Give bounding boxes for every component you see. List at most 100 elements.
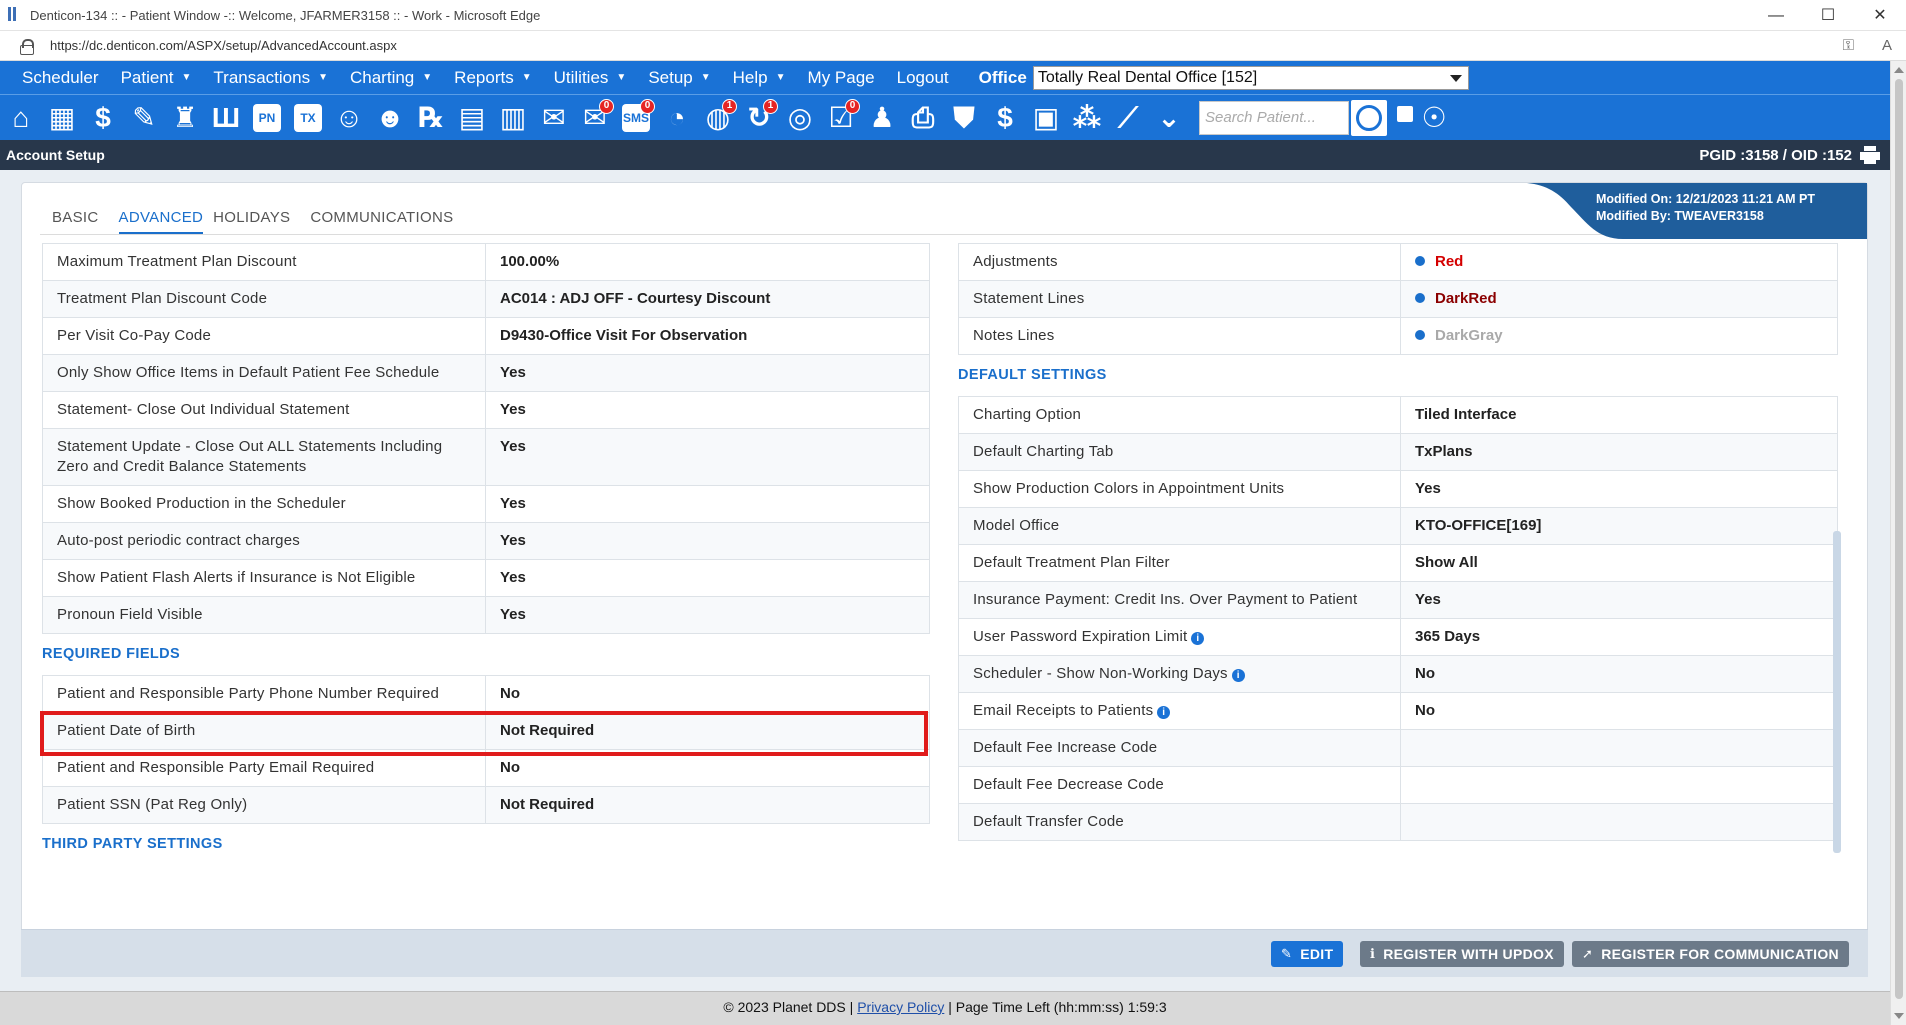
checklist-icon[interactable]: ☑ 0 [824, 98, 860, 136]
implant-icon-glyph: Ш [211, 101, 241, 133]
address-bar[interactable]: https://dc.denticon.com/ASPX/setup/Advan… [0, 31, 1906, 61]
tooth-icon[interactable]: ♜ [168, 100, 202, 136]
network-icon[interactable]: ⁂ [1070, 100, 1104, 136]
tab-basic[interactable]: BASIC [52, 209, 109, 235]
chevron-down-shield-icon[interactable]: ⌄ [1152, 100, 1186, 136]
tx-icon[interactable]: TX [291, 100, 325, 136]
register-communication-button[interactable]: ➚ REGISTER FOR COMMUNICATION [1572, 941, 1849, 967]
clock-icon[interactable]: ◔ [660, 100, 694, 136]
web-user-icon[interactable]: ◍ 1 [701, 98, 737, 136]
info-icon[interactable]: i [1231, 669, 1245, 682]
info-icon[interactable]: i [1191, 632, 1205, 645]
office-select[interactable]: Totally Real Dental Office [152] [1032, 65, 1469, 90]
setting-row-default-charting-tab: Default Charting Tab TxPlans [959, 433, 1837, 470]
menu-transactions[interactable]: Transactions ▼ [191, 61, 328, 94]
page-scrollbar[interactable] [1890, 61, 1906, 1025]
setting-row-adjustments: Adjustments Red [959, 243, 1837, 280]
checkbox[interactable] [1397, 105, 1413, 122]
maximize-button[interactable]: ☐ [1802, 0, 1854, 31]
sms-icon[interactable]: SMS 0 [619, 98, 655, 136]
search-patient-input[interactable]: Search Patient... [1199, 100, 1349, 135]
shield-icon[interactable]: ⛊ [947, 100, 981, 136]
search-patient-button[interactable] [1351, 99, 1387, 136]
globe-icon[interactable]: ◎ [783, 100, 817, 136]
rx-icon[interactable]: ℞ [414, 100, 448, 136]
notification-badge: 0 [845, 98, 860, 114]
chart-line-icon[interactable]: ⟋ [1111, 100, 1145, 136]
setting-label: Only Show Office Items in Default Patien… [43, 355, 486, 391]
url-text[interactable]: https://dc.denticon.com/ASPX/setup/Advan… [50, 38, 397, 53]
card-icon[interactable]: ▣ [1029, 100, 1063, 136]
setting-value [1401, 767, 1837, 803]
setting-row-treatment-plan-discount-code: Treatment Plan Discount Code AC014 : ADJ … [43, 280, 929, 317]
setting-row-charting-option: Charting Option Tiled Interface [959, 396, 1837, 433]
minimize-button[interactable]: — [1750, 0, 1802, 31]
tab-holidays[interactable]: HOLIDAYS [213, 209, 300, 235]
notes-icon[interactable]: ▤ [455, 100, 489, 136]
mail-icon[interactable]: ✉ [537, 100, 571, 136]
home-icon[interactable]: ⌂ [4, 100, 38, 136]
setting-label: Show Patient Flash Alerts if Insurance i… [43, 560, 486, 596]
pn-icon[interactable]: PN [250, 100, 284, 136]
tab-communications[interactable]: COMMUNICATIONS [310, 209, 463, 235]
group-search-icon[interactable]: ☉ [1417, 100, 1451, 136]
info-icon[interactable]: i [1157, 706, 1171, 719]
modified-by: Modified By: TWEAVER3158 [1595, 209, 1764, 223]
menu-list: Scheduler Patient ▼ Transactions ▼ Charting ▼ R… [0, 61, 949, 94]
edit-icon[interactable]: ✎ [127, 100, 161, 136]
message-icon[interactable]: ✉ 0 [578, 98, 614, 136]
network-icon-glyph: ⁂ [1072, 101, 1102, 133]
print-icon[interactable] [1860, 146, 1880, 164]
globe-icon-glyph: ◎ [787, 101, 813, 133]
setting-label-text: Default Fee Decrease Code [973, 776, 1164, 793]
setting-value-text: Red [1435, 253, 1464, 270]
menu-utilities[interactable]: Utilities ▼ [532, 61, 627, 94]
setting-value-text: No [500, 685, 520, 702]
scroll-down-icon[interactable] [1894, 1013, 1904, 1019]
setting-value-text: KTO-OFFICE[169] [1415, 517, 1542, 534]
setting-value-text: Yes [500, 606, 526, 623]
setting-value: No [1401, 693, 1837, 729]
printer-doc-icon[interactable]: ▥ [496, 100, 530, 136]
setting-value: Red [1401, 244, 1837, 280]
setting-label: Auto-post periodic contract charges [43, 523, 486, 559]
caret-down-icon: ▼ [422, 72, 433, 83]
address-bar-icons: ⚿ A [1843, 37, 1892, 54]
tab-advanced[interactable]: ADVANCED [118, 209, 204, 235]
dollar-icon[interactable]: $ [86, 100, 120, 136]
menu-scheduler[interactable]: Scheduler [0, 61, 99, 94]
close-button[interactable]: ✕ [1854, 0, 1906, 31]
setting-value-text: Yes [500, 532, 526, 549]
setting-label-text: Scheduler - Show Non-Working Days [973, 665, 1228, 682]
menu-patient[interactable]: Patient ▼ [99, 61, 192, 94]
mail-icon-glyph: ✉ [542, 101, 566, 133]
group-icon[interactable]: ♟ [865, 100, 899, 136]
setting-row-patient-ssn-pat-reg-only: Patient SSN (Pat Reg Only) Not Required [43, 786, 929, 823]
patient-add-icon[interactable]: ☺ [332, 100, 366, 136]
read-aloud-icon[interactable]: A [1882, 37, 1892, 54]
inner-scrollbar[interactable] [1833, 531, 1841, 853]
menu-logout[interactable]: Logout [875, 61, 949, 94]
menu-help[interactable]: Help ▼ [711, 61, 786, 94]
refresh-user-icon[interactable]: ↻ 1 [742, 98, 778, 136]
key-icon[interactable]: ⚿ [1843, 37, 1854, 54]
group-icon-glyph: ♟ [869, 101, 895, 133]
setting-label: Default Fee Increase Code [959, 730, 1401, 766]
menu-setup[interactable]: Setup ▼ [626, 61, 710, 94]
edit-button[interactable]: ✎ EDIT [1271, 941, 1344, 967]
menu-my-page[interactable]: My Page [786, 61, 875, 94]
menu-reports[interactable]: Reports ▼ [432, 61, 531, 94]
family-add-icon[interactable]: ☻ [373, 100, 407, 136]
privacy-policy-link[interactable]: Privacy Policy [857, 999, 944, 1015]
register-updox-button[interactable]: ℹ REGISTER WITH UPDOX [1360, 941, 1564, 967]
implant-icon[interactable]: Ш [209, 100, 243, 136]
setting-value: No [486, 676, 929, 712]
calendar-icon[interactable]: ▦ [45, 100, 79, 136]
scroll-up-icon[interactable] [1894, 67, 1904, 73]
clock-icon-glyph: ◔ [668, 101, 686, 133]
print-icon[interactable]: ⎙ [906, 100, 940, 136]
menu-charting[interactable]: Charting ▼ [328, 61, 432, 94]
money-shield-icon[interactable]: $ [988, 100, 1022, 136]
scrollbar-thumb[interactable] [1895, 79, 1903, 999]
setting-row-scheduler-show-non-working-days: Scheduler - Show Non-Working Days i No [959, 655, 1837, 692]
